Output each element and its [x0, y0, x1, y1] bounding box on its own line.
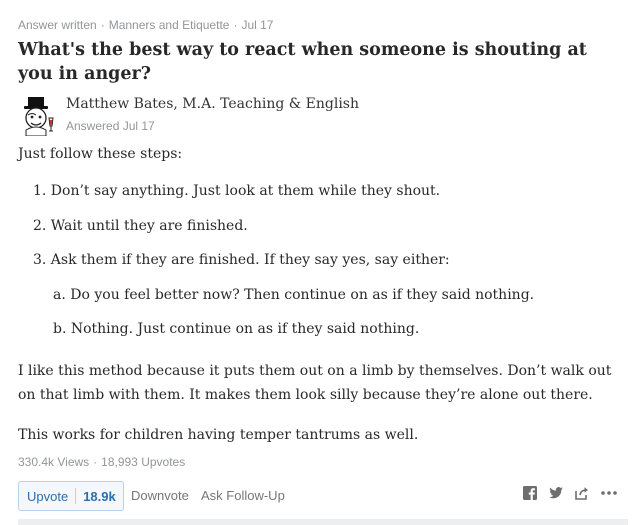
topic-link[interactable]: Manners and Etiquette	[109, 18, 230, 32]
upvote-label: Upvote	[27, 488, 69, 504]
meta-separator: ·	[233, 18, 238, 32]
downvote-button[interactable]: Downvote	[131, 488, 189, 503]
upvote-count: 18.9k	[83, 488, 116, 504]
list-item: 2. Wait until they are finished.	[33, 218, 248, 234]
comments-strip	[18, 519, 628, 525]
stats-separator: ·	[93, 455, 98, 469]
more-icon[interactable]	[600, 485, 618, 501]
answer-date[interactable]: Jul 17	[241, 18, 273, 32]
share-icons	[522, 485, 618, 501]
list-item: a. Do you feel better now? Then continue…	[53, 287, 535, 303]
author-row: Matthew Bates, M.A. Teaching & English A…	[18, 94, 618, 138]
answered-date[interactable]: Answered Jul 17	[66, 119, 155, 133]
list-item: 3. Ask them if they are finished. If the…	[33, 252, 450, 268]
answer-meta: Answer written · Manners and Etiquette · Jul…	[18, 18, 273, 32]
meta-separator: ·	[100, 18, 105, 32]
answer-intro: Just follow these steps:	[18, 146, 183, 162]
upvote-button[interactable]: Upvote 18.9k	[18, 481, 124, 511]
facebook-icon[interactable]	[522, 485, 538, 501]
author-name[interactable]: Matthew Bates, M.A. Teaching & English	[66, 96, 359, 112]
views-count: 330.4k Views	[18, 455, 90, 469]
answer-stats: 330.4k Views · 18,993 Upvotes	[18, 455, 185, 469]
list-item: b. Nothing. Just continue on as if they …	[53, 321, 420, 337]
share-icon[interactable]	[574, 485, 590, 501]
answer-paragraph-line: I like this method because it puts them …	[18, 363, 612, 379]
action-bar: Upvote 18.9k Downvote Ask Follow-Up	[18, 481, 618, 511]
upvotes-count[interactable]: 18,993 Upvotes	[101, 455, 185, 469]
twitter-icon[interactable]	[548, 485, 564, 501]
answer-paragraph-line: on that limb with them. It makes them lo…	[18, 387, 593, 403]
answer-kind: Answer written	[18, 18, 97, 32]
ask-follow-up-button[interactable]: Ask Follow-Up	[201, 488, 285, 503]
answer-paragraph: This works for children having temper ta…	[18, 427, 419, 443]
question-title[interactable]: What's the best way to react when someon…	[18, 38, 618, 86]
top-hat-gentleman-avatar-icon[interactable]	[18, 96, 58, 136]
list-item: 1. Don’t say anything. Just look at them…	[33, 183, 441, 199]
